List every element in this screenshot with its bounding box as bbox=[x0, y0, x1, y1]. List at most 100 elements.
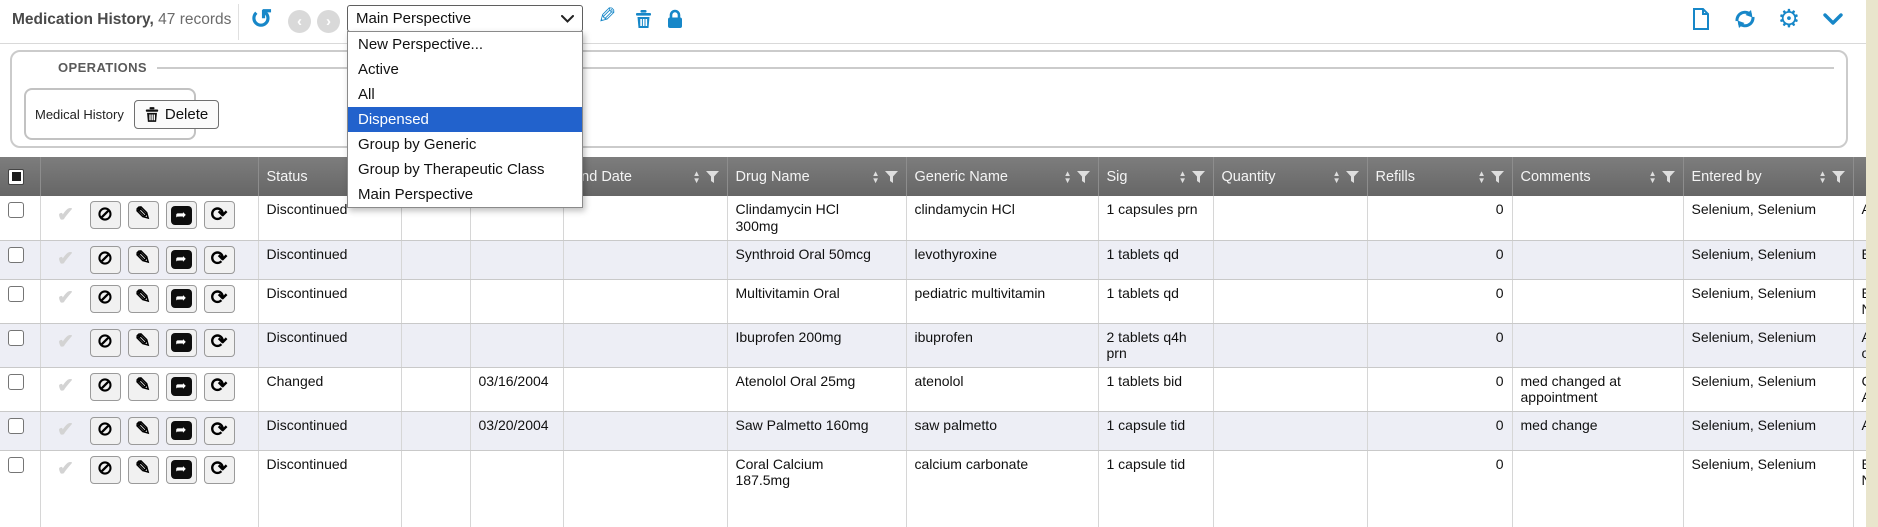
filter-icon[interactable] bbox=[885, 171, 898, 183]
forward-button[interactable]: ➦ bbox=[166, 246, 197, 274]
row-checkbox[interactable] bbox=[8, 247, 24, 263]
record-count: 47 records bbox=[158, 11, 231, 28]
sort-icon[interactable]: ▲▼ bbox=[872, 170, 880, 184]
edit-button[interactable]: ✎ bbox=[128, 417, 159, 445]
discontinue-button[interactable]: ⊘ bbox=[90, 285, 121, 313]
forward-button[interactable]: ➦ bbox=[166, 456, 197, 484]
row-checkbox[interactable] bbox=[8, 457, 24, 473]
cell-entered_by: Selenium, Selenium bbox=[1683, 450, 1853, 527]
forward-button[interactable]: ➦ bbox=[166, 329, 197, 357]
table-row[interactable]: ✔⊘✎➦⟳Changed03/16/2004Atenolol Oral 25mg… bbox=[0, 367, 1866, 411]
select-all-header[interactable] bbox=[0, 157, 40, 196]
table-row[interactable]: ✔⊘✎➦⟳DiscontinuedIbuprofen 200mgibuprofe… bbox=[0, 323, 1866, 367]
edit-button[interactable]: ✎ bbox=[128, 246, 159, 274]
row-checkbox[interactable] bbox=[8, 202, 24, 218]
undo-icon[interactable]: ↺ bbox=[250, 4, 273, 35]
column-header[interactable]: Drug Name ▲▼ bbox=[727, 157, 906, 196]
column-label: Drug Name bbox=[736, 169, 867, 185]
renew-button[interactable]: ⟳ bbox=[204, 246, 235, 274]
sort-icon[interactable]: ▲▼ bbox=[1819, 170, 1827, 184]
cell-select bbox=[0, 411, 40, 450]
menu-option[interactable]: Dispensed bbox=[348, 107, 582, 132]
filter-icon[interactable] bbox=[1662, 171, 1675, 183]
table-row[interactable]: ✔⊘✎➦⟳DiscontinuedMultivitamin Oralpediat… bbox=[0, 279, 1866, 323]
renew-button[interactable]: ⟳ bbox=[204, 456, 235, 484]
filter-icon[interactable] bbox=[706, 171, 719, 183]
column-header[interactable]: Entered by▲▼ bbox=[1683, 157, 1853, 196]
edit-button[interactable]: ✎ bbox=[128, 285, 159, 313]
discontinue-button[interactable]: ⊘ bbox=[90, 329, 121, 357]
edit-button[interactable]: ✎ bbox=[128, 456, 159, 484]
medical-history-group: Medical History Delete bbox=[24, 88, 196, 140]
edit-button[interactable]: ✎ bbox=[128, 373, 159, 401]
table-row[interactable]: ✔⊘✎➦⟳DiscontinuedSynthroid Oral 50mcglev… bbox=[0, 240, 1866, 279]
sort-icon[interactable]: ▲▼ bbox=[693, 170, 701, 184]
delete-button[interactable]: Delete bbox=[134, 100, 219, 129]
forward-button[interactable]: ➦ bbox=[166, 285, 197, 313]
column-header: T bbox=[1853, 157, 1866, 196]
table-row[interactable]: ✔⊘✎➦⟳Discontinued03/20/2004Saw Palmetto … bbox=[0, 411, 1866, 450]
select-all-checkbox[interactable] bbox=[8, 169, 24, 185]
cell-refills: 0 bbox=[1367, 279, 1512, 323]
column-header[interactable]: End Date▲▼ bbox=[563, 157, 727, 196]
discontinue-button[interactable]: ⊘ bbox=[90, 417, 121, 445]
cell-sig: 2 tablets q4h prn bbox=[1098, 323, 1213, 367]
discontinue-button[interactable]: ⊘ bbox=[90, 201, 121, 229]
new-document-icon[interactable] bbox=[1688, 6, 1714, 32]
sort-icon[interactable]: ▲▼ bbox=[1478, 170, 1486, 184]
column-header[interactable]: Generic Name ▲▼ bbox=[906, 157, 1098, 196]
column-header[interactable]: Refills▲▼ bbox=[1367, 157, 1512, 196]
filter-icon[interactable] bbox=[1832, 171, 1845, 183]
refresh-icon[interactable] bbox=[1732, 6, 1758, 32]
menu-option[interactable]: Main Perspective bbox=[348, 182, 582, 207]
sort-icon[interactable]: ▲▼ bbox=[1333, 170, 1341, 184]
column-label: Generic Name bbox=[915, 169, 1059, 185]
discontinue-button[interactable]: ⊘ bbox=[90, 456, 121, 484]
forward-button[interactable]: ➦ bbox=[166, 417, 197, 445]
row-checkbox[interactable] bbox=[8, 286, 24, 302]
filter-icon[interactable] bbox=[1491, 171, 1504, 183]
sort-icon[interactable]: ▲▼ bbox=[1064, 170, 1072, 184]
filter-icon[interactable] bbox=[1192, 171, 1205, 183]
table-row[interactable]: ✔⊘✎➦⟳DiscontinuedCoral Calcium 187.5mgca… bbox=[0, 450, 1866, 527]
row-checkbox[interactable] bbox=[8, 330, 24, 346]
filter-icon[interactable] bbox=[1077, 171, 1090, 183]
column-header[interactable]: Comments▲▼ bbox=[1512, 157, 1683, 196]
sort-icon[interactable]: ▲▼ bbox=[1649, 170, 1657, 184]
edit-button[interactable]: ✎ bbox=[128, 201, 159, 229]
perspective-select[interactable]: Main Perspective bbox=[347, 5, 583, 32]
menu-option[interactable]: Group by Therapeutic Class bbox=[348, 157, 582, 182]
menu-option[interactable]: All bbox=[348, 82, 582, 107]
row-checkbox[interactable] bbox=[8, 418, 24, 434]
gear-icon[interactable]: ⚙ bbox=[1776, 6, 1802, 32]
previous-icon[interactable]: ‹ bbox=[288, 10, 311, 33]
renew-button[interactable]: ⟳ bbox=[204, 201, 235, 229]
edit-button[interactable]: ✎ bbox=[128, 329, 159, 357]
row-checkbox[interactable] bbox=[8, 374, 24, 390]
discontinue-button[interactable]: ⊘ bbox=[90, 373, 121, 401]
column-header[interactable]: Quantity▲▼ bbox=[1213, 157, 1367, 196]
cell-refills: 0 bbox=[1367, 323, 1512, 367]
filter-icon[interactable] bbox=[1346, 171, 1359, 183]
cell-status: Changed bbox=[258, 367, 401, 411]
column-header[interactable]: Sig▲▼ bbox=[1098, 157, 1213, 196]
table-row[interactable]: ✔⊘✎➦⟳DiscontinuedClindamycin HCl 300mgcl… bbox=[0, 196, 1866, 240]
collapse-chevron-icon[interactable] bbox=[1820, 6, 1846, 32]
operations-panel: OPERATIONS Medical History Delete bbox=[10, 50, 1848, 148]
forward-button[interactable]: ➦ bbox=[166, 201, 197, 229]
lock-icon[interactable] bbox=[662, 6, 688, 32]
sort-icon[interactable]: ▲▼ bbox=[1179, 170, 1187, 184]
forward-button[interactable]: ➦ bbox=[166, 373, 197, 401]
menu-option[interactable]: New Perspective... bbox=[348, 32, 582, 57]
renew-button[interactable]: ⟳ bbox=[204, 285, 235, 313]
delete-perspective-icon[interactable] bbox=[630, 6, 656, 32]
menu-option[interactable]: Active bbox=[348, 57, 582, 82]
edit-perspective-icon[interactable]: ✎ bbox=[594, 3, 620, 29]
menu-option[interactable]: Group by Generic bbox=[348, 132, 582, 157]
next-icon[interactable]: › bbox=[317, 10, 340, 33]
renew-button[interactable]: ⟳ bbox=[204, 373, 235, 401]
discontinue-button[interactable]: ⊘ bbox=[90, 246, 121, 274]
renew-button[interactable]: ⟳ bbox=[204, 329, 235, 357]
forward-icon: ➦ bbox=[171, 206, 192, 225]
renew-button[interactable]: ⟳ bbox=[204, 417, 235, 445]
